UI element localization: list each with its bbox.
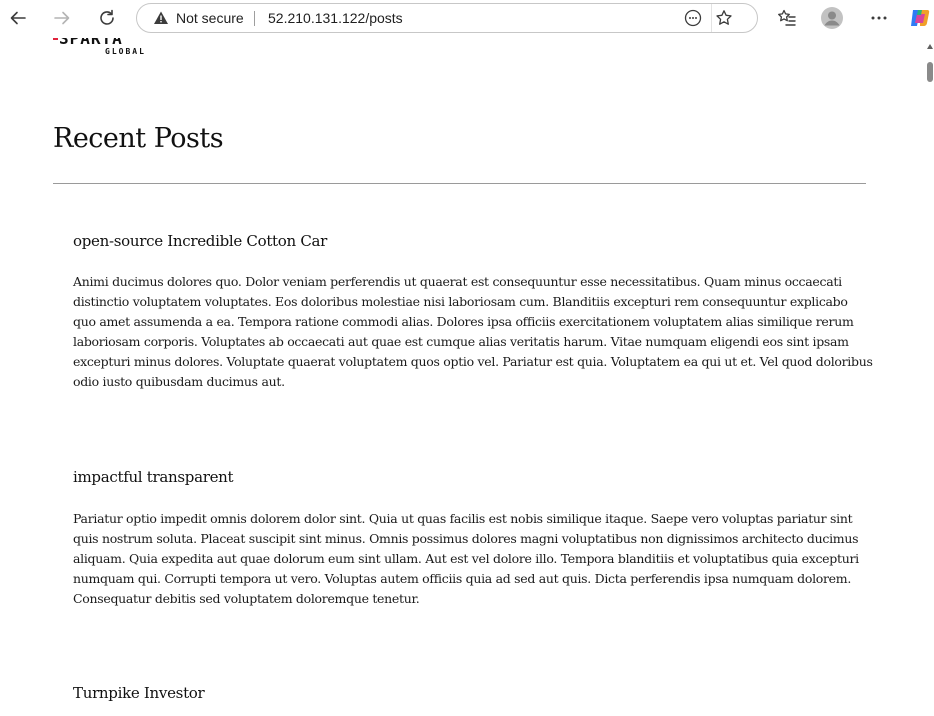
favorite-star-icon[interactable] bbox=[711, 4, 736, 32]
copilot-icon[interactable] bbox=[906, 4, 934, 32]
post-title: Turnpike Investor bbox=[73, 684, 205, 702]
page-title: Recent Posts bbox=[53, 123, 224, 154]
logo-accent-dash bbox=[53, 38, 58, 40]
reload-icon[interactable] bbox=[93, 4, 121, 32]
security-label: Not secure bbox=[176, 10, 244, 26]
address-bar[interactable]: Not secure 52.210.131.122/posts bbox=[136, 3, 758, 33]
logo-subtitle: GLOBAL bbox=[105, 47, 146, 56]
back-icon[interactable] bbox=[4, 4, 32, 32]
scroll-up-arrow-icon[interactable] bbox=[927, 44, 933, 49]
post-body: Animi ducimus dolores quo. Dolor veniam … bbox=[73, 274, 873, 389]
post-body: Pariatur optio impedit omnis dolorem dol… bbox=[73, 511, 859, 606]
post-title: open-source Incredible Cotton Car bbox=[73, 232, 328, 250]
post-title: impactful transparent bbox=[73, 468, 234, 486]
security-indicator[interactable]: Not secure bbox=[153, 4, 244, 32]
title-divider bbox=[53, 183, 866, 184]
omnibox-separator bbox=[254, 11, 255, 26]
profile-icon[interactable] bbox=[818, 4, 846, 32]
page-content: SPARTA GLOBAL Recent Posts open-source I… bbox=[0, 38, 926, 716]
site-logo[interactable]: SPARTA GLOBAL bbox=[53, 38, 163, 66]
url-text[interactable]: 52.210.131.122/posts bbox=[268, 4, 403, 32]
page-scrollbar[interactable] bbox=[926, 38, 934, 716]
reading-mode-icon[interactable] bbox=[681, 4, 705, 32]
scrollbar-thumb[interactable] bbox=[927, 62, 933, 82]
favorites-icon[interactable] bbox=[773, 4, 801, 32]
browser-toolbar: Not secure 52.210.131.122/posts bbox=[0, 0, 934, 36]
warning-icon bbox=[153, 10, 169, 26]
more-icon[interactable] bbox=[865, 4, 893, 32]
forward-icon[interactable] bbox=[48, 4, 76, 32]
